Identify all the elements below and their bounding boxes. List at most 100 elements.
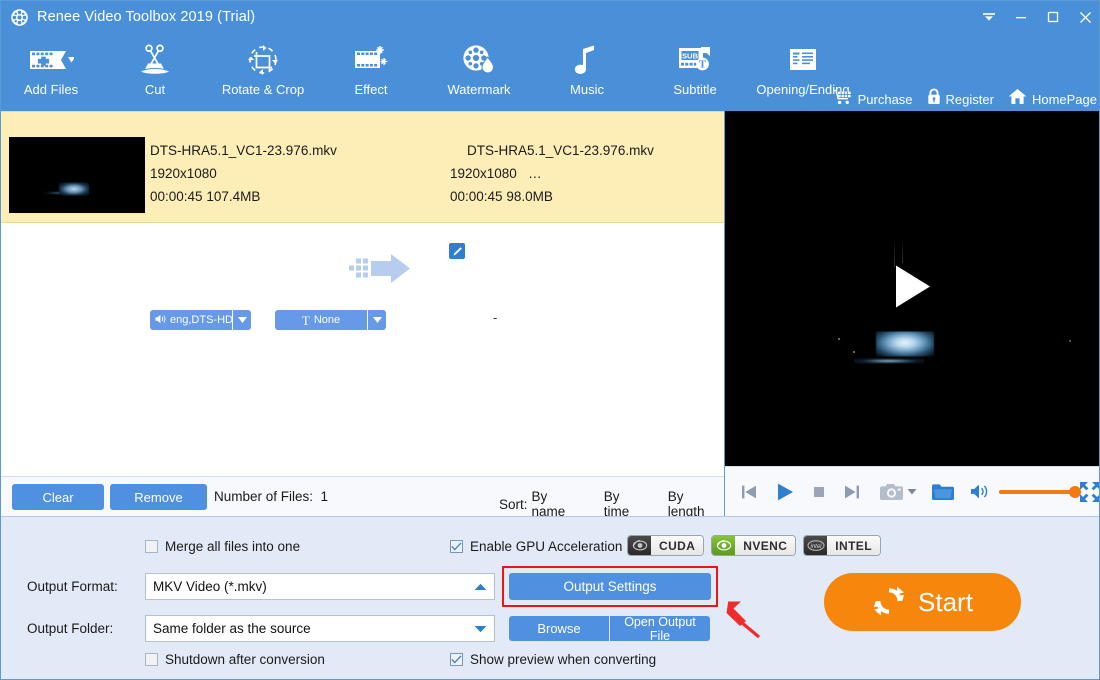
window-controls (973, 1, 1100, 33)
row-extra-value: - (493, 310, 497, 325)
file-list-panel[interactable]: DTS-HRA5.1_VC1-23.976.mkv 1920x1080 00:0… (1, 111, 724, 476)
maximize-button[interactable] (1037, 1, 1069, 33)
output-format-value: MKV Video (*.mkv) (146, 579, 466, 594)
start-button[interactable]: Start (824, 573, 1021, 631)
output-folder-label: Output Folder: (27, 621, 113, 636)
caret-down-icon[interactable] (367, 310, 386, 330)
previous-button[interactable] (740, 483, 758, 501)
source-duration-size: 00:00:45 107.4MB (150, 189, 260, 204)
scissors-icon (138, 39, 172, 81)
gpu-badge-nvenc[interactable]: NVENC (711, 535, 796, 556)
player-controls (724, 466, 1100, 516)
gpu-acceleration-checkbox[interactable]: Enable GPU Acceleration (450, 539, 622, 554)
open-folder-button[interactable] (931, 482, 955, 502)
film-reel-icon (10, 8, 29, 27)
toolbar-links: Purchase Register (819, 88, 1097, 110)
sort-by-name[interactable]: By name (532, 489, 585, 519)
fullscreen-button[interactable] (1079, 481, 1100, 503)
video-preview[interactable] (724, 111, 1100, 466)
toolbar-item-label: Rotate & Crop (222, 82, 304, 97)
shopping-cart-icon (833, 89, 853, 110)
caret-down-icon[interactable] (232, 310, 251, 330)
homepage-link[interactable]: HomePage (1008, 88, 1097, 110)
svg-text:intel: intel (810, 544, 822, 550)
stop-button[interactable] (812, 485, 826, 499)
output-folder-select[interactable]: Same folder as the source (145, 615, 495, 642)
minimize-button[interactable] (1005, 1, 1037, 33)
toolbar-item-music[interactable]: Music (533, 33, 641, 111)
register-link[interactable]: Register (927, 88, 994, 110)
gpu-badges: CUDA NVENC intel INTEL (627, 535, 881, 556)
next-button[interactable] (843, 483, 861, 501)
caret-up-icon[interactable] (466, 583, 494, 591)
volume-slider-handle[interactable] (1069, 486, 1081, 498)
home-icon (1008, 88, 1027, 110)
main-toolbar: Add Files Cut (1, 33, 1100, 111)
nvidia-eye-icon (628, 536, 651, 555)
snapshot-dropdown[interactable] (907, 488, 917, 495)
remove-button[interactable]: Remove (110, 484, 207, 510)
checkbox-box (450, 540, 463, 553)
toolbar-item-watermark[interactable]: Watermark (425, 33, 533, 111)
gpu-badge-label: INTEL (827, 536, 880, 555)
toolbar-item-cut[interactable]: Cut (101, 33, 209, 111)
number-of-files-value: 1 (321, 489, 329, 504)
close-button[interactable] (1069, 1, 1100, 33)
output-folder-value: Same folder as the source (146, 621, 466, 636)
output-format-label: Output Format: (27, 579, 118, 594)
volume-button[interactable] (970, 483, 990, 500)
shutdown-after-conversion-checkbox[interactable]: Shutdown after conversion (145, 652, 325, 667)
table-row[interactable]: DTS-HRA5.1_VC1-23.976.mkv 1920x1080 00:0… (1, 112, 724, 223)
clear-button[interactable]: Clear (12, 484, 104, 510)
sort-by-length[interactable]: By length (668, 489, 724, 519)
rotate-crop-icon (246, 39, 280, 81)
toolbar-item-subtitle[interactable]: SUB T Subtitle (641, 33, 749, 111)
svg-text:SUB: SUB (682, 52, 699, 61)
intel-logo-icon: intel (804, 536, 827, 555)
svg-text:T: T (699, 60, 706, 71)
toolbar-item-effect[interactable]: Effect (317, 33, 425, 111)
show-preview-label: Show preview when converting (470, 652, 656, 667)
checkbox-box (450, 653, 463, 666)
edit-pencil-icon[interactable] (449, 243, 465, 259)
title-bar: Renee Video Toolbox 2019 (Trial) (1, 1, 1100, 33)
music-note-icon (574, 39, 600, 81)
checkbox-box (145, 653, 158, 666)
merge-files-checkbox[interactable]: Merge all files into one (145, 539, 300, 554)
purchase-link[interactable]: Purchase (833, 89, 913, 110)
audio-track-select[interactable]: eng,DTS-HD / (150, 310, 251, 330)
target-resolution: 1920x1080 … (450, 166, 542, 181)
track-selectors: eng,DTS-HD / T None (150, 310, 386, 330)
toolbar-item-label: Cut (145, 82, 165, 97)
subtitle-track-select[interactable]: T None (275, 310, 386, 330)
show-preview-checkbox[interactable]: Show preview when converting (450, 652, 656, 667)
gpu-badge-cuda[interactable]: CUDA (627, 535, 704, 556)
number-of-files: Number of Files: 1 (214, 489, 328, 504)
browse-button[interactable]: Browse (509, 616, 609, 641)
output-settings-button[interactable]: Output Settings (509, 573, 711, 600)
gpu-badge-intel[interactable]: intel INTEL (803, 535, 881, 556)
play-button[interactable] (775, 482, 795, 502)
convert-arrow-icon (349, 253, 411, 290)
toolbar-item-add-files[interactable]: Add Files (1, 33, 101, 111)
start-label: Start (918, 587, 973, 618)
gpu-badge-label: NVENC (735, 536, 795, 555)
sort-by-time[interactable]: By time (604, 489, 649, 519)
caret-down-icon[interactable] (466, 625, 494, 633)
collapse-ribbon-button[interactable] (973, 1, 1005, 33)
gpu-acceleration-label: Enable GPU Acceleration (470, 539, 622, 554)
toolbar-item-label: Effect (354, 82, 387, 97)
sort-label: Sort: (499, 497, 528, 512)
open-output-file-button[interactable]: Open Output File (610, 616, 710, 641)
output-format-select[interactable]: MKV Video (*.mkv) (145, 573, 495, 600)
window-title: Renee Video Toolbox 2019 (Trial) (37, 9, 255, 25)
play-triangle-icon[interactable] (893, 263, 933, 314)
toolbar-item-rotate-crop[interactable]: Rotate & Crop (209, 33, 317, 111)
toolbar-item-label: Music (570, 82, 604, 97)
shutdown-after-conversion-label: Shutdown after conversion (165, 652, 325, 667)
volume-slider[interactable] (999, 490, 1064, 494)
register-label: Register (946, 92, 994, 107)
gpu-badge-label: CUDA (651, 536, 703, 555)
sort-controls: Sort: By name By time By length (499, 489, 724, 519)
snapshot-button[interactable] (879, 482, 905, 502)
